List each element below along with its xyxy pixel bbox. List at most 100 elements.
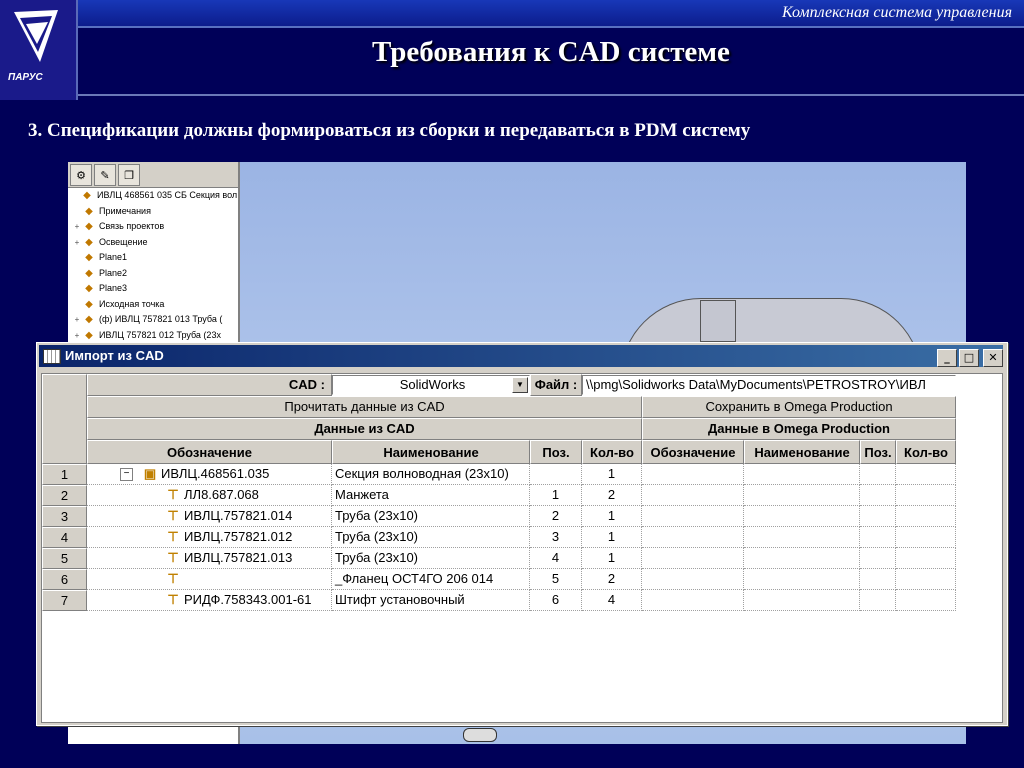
- cell-designation[interactable]: ⊤ ИВЛЦ.757821.014: [87, 506, 332, 527]
- close-button[interactable]: ✕: [983, 349, 1003, 367]
- save-omega-button[interactable]: Сохранить в Omega Production: [642, 396, 956, 418]
- cell-omega[interactable]: [896, 569, 956, 590]
- cell-pos[interactable]: 4: [530, 548, 582, 569]
- cell-omega[interactable]: [744, 506, 860, 527]
- cell-name[interactable]: Манжета: [332, 485, 530, 506]
- cell-omega[interactable]: [860, 506, 896, 527]
- cell-omega[interactable]: [642, 527, 744, 548]
- tree-item[interactable]: + ◆ Освещение: [68, 235, 238, 251]
- tree-item[interactable]: ◆ ИВЛЦ 468561 035 СБ Секция вол: [68, 188, 238, 204]
- tree-expander[interactable]: +: [72, 328, 82, 344]
- cell-omega[interactable]: [744, 569, 860, 590]
- tree-item[interactable]: + ◆ Связь проектов: [68, 219, 238, 235]
- tree-expander[interactable]: +: [72, 219, 82, 235]
- cell-omega[interactable]: [642, 485, 744, 506]
- cell-omega[interactable]: [860, 590, 896, 611]
- config-manager-tab-icon[interactable]: ❐: [118, 164, 140, 186]
- minimize-button[interactable]: _: [937, 349, 957, 367]
- tree-item-label: Исходная точка: [99, 298, 165, 309]
- col-qty[interactable]: Кол-во: [582, 440, 642, 464]
- cell-designation[interactable]: ⊤ ИВЛЦ.757821.012: [87, 527, 332, 548]
- row-header[interactable]: 2: [42, 485, 87, 506]
- cell-omega[interactable]: [744, 548, 860, 569]
- cell-qty[interactable]: 1: [582, 464, 642, 485]
- cell-omega[interactable]: [896, 590, 956, 611]
- col-omega-pos[interactable]: Поз.: [860, 440, 896, 464]
- cell-name[interactable]: _Фланец ОСТ4ГО 206 014: [332, 569, 530, 590]
- cell-omega[interactable]: [642, 464, 744, 485]
- cell-name[interactable]: Труба (23х10): [332, 506, 530, 527]
- cell-qty[interactable]: 2: [582, 485, 642, 506]
- cell-qty[interactable]: 1: [582, 506, 642, 527]
- col-omega-name[interactable]: Наименование: [744, 440, 860, 464]
- cell-designation[interactable]: − ▣ ИВЛЦ.468561.035: [87, 464, 332, 485]
- cell-omega[interactable]: [896, 506, 956, 527]
- dialog-title-bar[interactable]: Импорт из CAD _ □ ✕: [39, 345, 1003, 367]
- file-path-field[interactable]: \\pmg\Solidworks Data\MyDocuments\PETROS…: [582, 375, 956, 395]
- cell-name[interactable]: Секция волноводная (23х10): [332, 464, 530, 485]
- cell-omega[interactable]: [860, 527, 896, 548]
- cad-select[interactable]: SolidWorks ▼: [332, 375, 530, 395]
- row-header[interactable]: 1: [42, 464, 87, 485]
- maximize-button[interactable]: □: [959, 349, 979, 367]
- col-name[interactable]: Наименование: [332, 440, 530, 464]
- row-header[interactable]: 6: [42, 569, 87, 590]
- cell-pos[interactable]: [530, 464, 582, 485]
- cell-pos[interactable]: 2: [530, 506, 582, 527]
- cell-omega[interactable]: [896, 485, 956, 506]
- row-header[interactable]: 3: [42, 506, 87, 527]
- col-omega-qty[interactable]: Кол-во: [896, 440, 956, 464]
- cell-omega[interactable]: [642, 506, 744, 527]
- cell-name[interactable]: Труба (23х10): [332, 527, 530, 548]
- col-designation[interactable]: Обозначение: [87, 440, 332, 464]
- cell-omega[interactable]: [642, 590, 744, 611]
- cell-designation[interactable]: ⊤ ЛЛ8.687.068: [87, 485, 332, 506]
- collapse-icon[interactable]: −: [120, 468, 133, 482]
- cell-omega[interactable]: [642, 548, 744, 569]
- tree-item[interactable]: ◆ Plane2: [68, 266, 238, 282]
- feature-manager-tab-icon[interactable]: ⚙: [70, 164, 92, 186]
- dropdown-arrow-icon[interactable]: ▼: [512, 377, 528, 393]
- cell-omega[interactable]: [744, 485, 860, 506]
- cell-omega[interactable]: [896, 527, 956, 548]
- cell-omega[interactable]: [642, 569, 744, 590]
- cell-name[interactable]: Штифт установочный: [332, 590, 530, 611]
- cell-designation[interactable]: ⊤: [87, 569, 332, 590]
- cell-omega[interactable]: [744, 527, 860, 548]
- tree-expander[interactable]: +: [72, 235, 82, 251]
- cell-omega[interactable]: [896, 464, 956, 485]
- tree-item[interactable]: ◆ Примечания: [68, 204, 238, 220]
- read-cad-button[interactable]: Прочитать данные из CAD: [87, 396, 642, 418]
- property-manager-tab-icon[interactable]: ✎: [94, 164, 116, 186]
- cell-omega[interactable]: [860, 464, 896, 485]
- tree-expander[interactable]: +: [72, 312, 82, 328]
- cell-omega[interactable]: [860, 485, 896, 506]
- cell-omega[interactable]: [744, 464, 860, 485]
- row-header[interactable]: 5: [42, 548, 87, 569]
- tree-item[interactable]: ◆ Plane3: [68, 281, 238, 297]
- row-header[interactable]: 4: [42, 527, 87, 548]
- cell-designation[interactable]: ⊤ РИДФ.758343.001-61: [87, 590, 332, 611]
- tree-item[interactable]: ◆ Plane1: [68, 250, 238, 266]
- cell-qty[interactable]: 4: [582, 590, 642, 611]
- cell-omega[interactable]: [860, 548, 896, 569]
- cell-omega[interactable]: [896, 548, 956, 569]
- cell-omega[interactable]: [744, 590, 860, 611]
- tree-item[interactable]: + ◆ ИВЛЦ 757821 012 Труба (23х: [68, 328, 238, 344]
- row-header[interactable]: 7: [42, 590, 87, 611]
- col-pos[interactable]: Поз.: [530, 440, 582, 464]
- cell-name[interactable]: Труба (23х10): [332, 548, 530, 569]
- tree-item[interactable]: + ◆ (ф) ИВЛЦ 757821 013 Труба (: [68, 312, 238, 328]
- cell-qty[interactable]: 2: [582, 569, 642, 590]
- dialog-title: Импорт из CAD: [65, 348, 164, 363]
- cell-pos[interactable]: 3: [530, 527, 582, 548]
- cell-qty[interactable]: 1: [582, 527, 642, 548]
- cell-pos[interactable]: 5: [530, 569, 582, 590]
- cell-qty[interactable]: 1: [582, 548, 642, 569]
- col-omega-designation[interactable]: Обозначение: [642, 440, 744, 464]
- tree-item[interactable]: ◆ Исходная точка: [68, 297, 238, 313]
- cell-pos[interactable]: 1: [530, 485, 582, 506]
- cell-pos[interactable]: 6: [530, 590, 582, 611]
- cell-designation[interactable]: ⊤ ИВЛЦ.757821.013: [87, 548, 332, 569]
- cell-omega[interactable]: [860, 569, 896, 590]
